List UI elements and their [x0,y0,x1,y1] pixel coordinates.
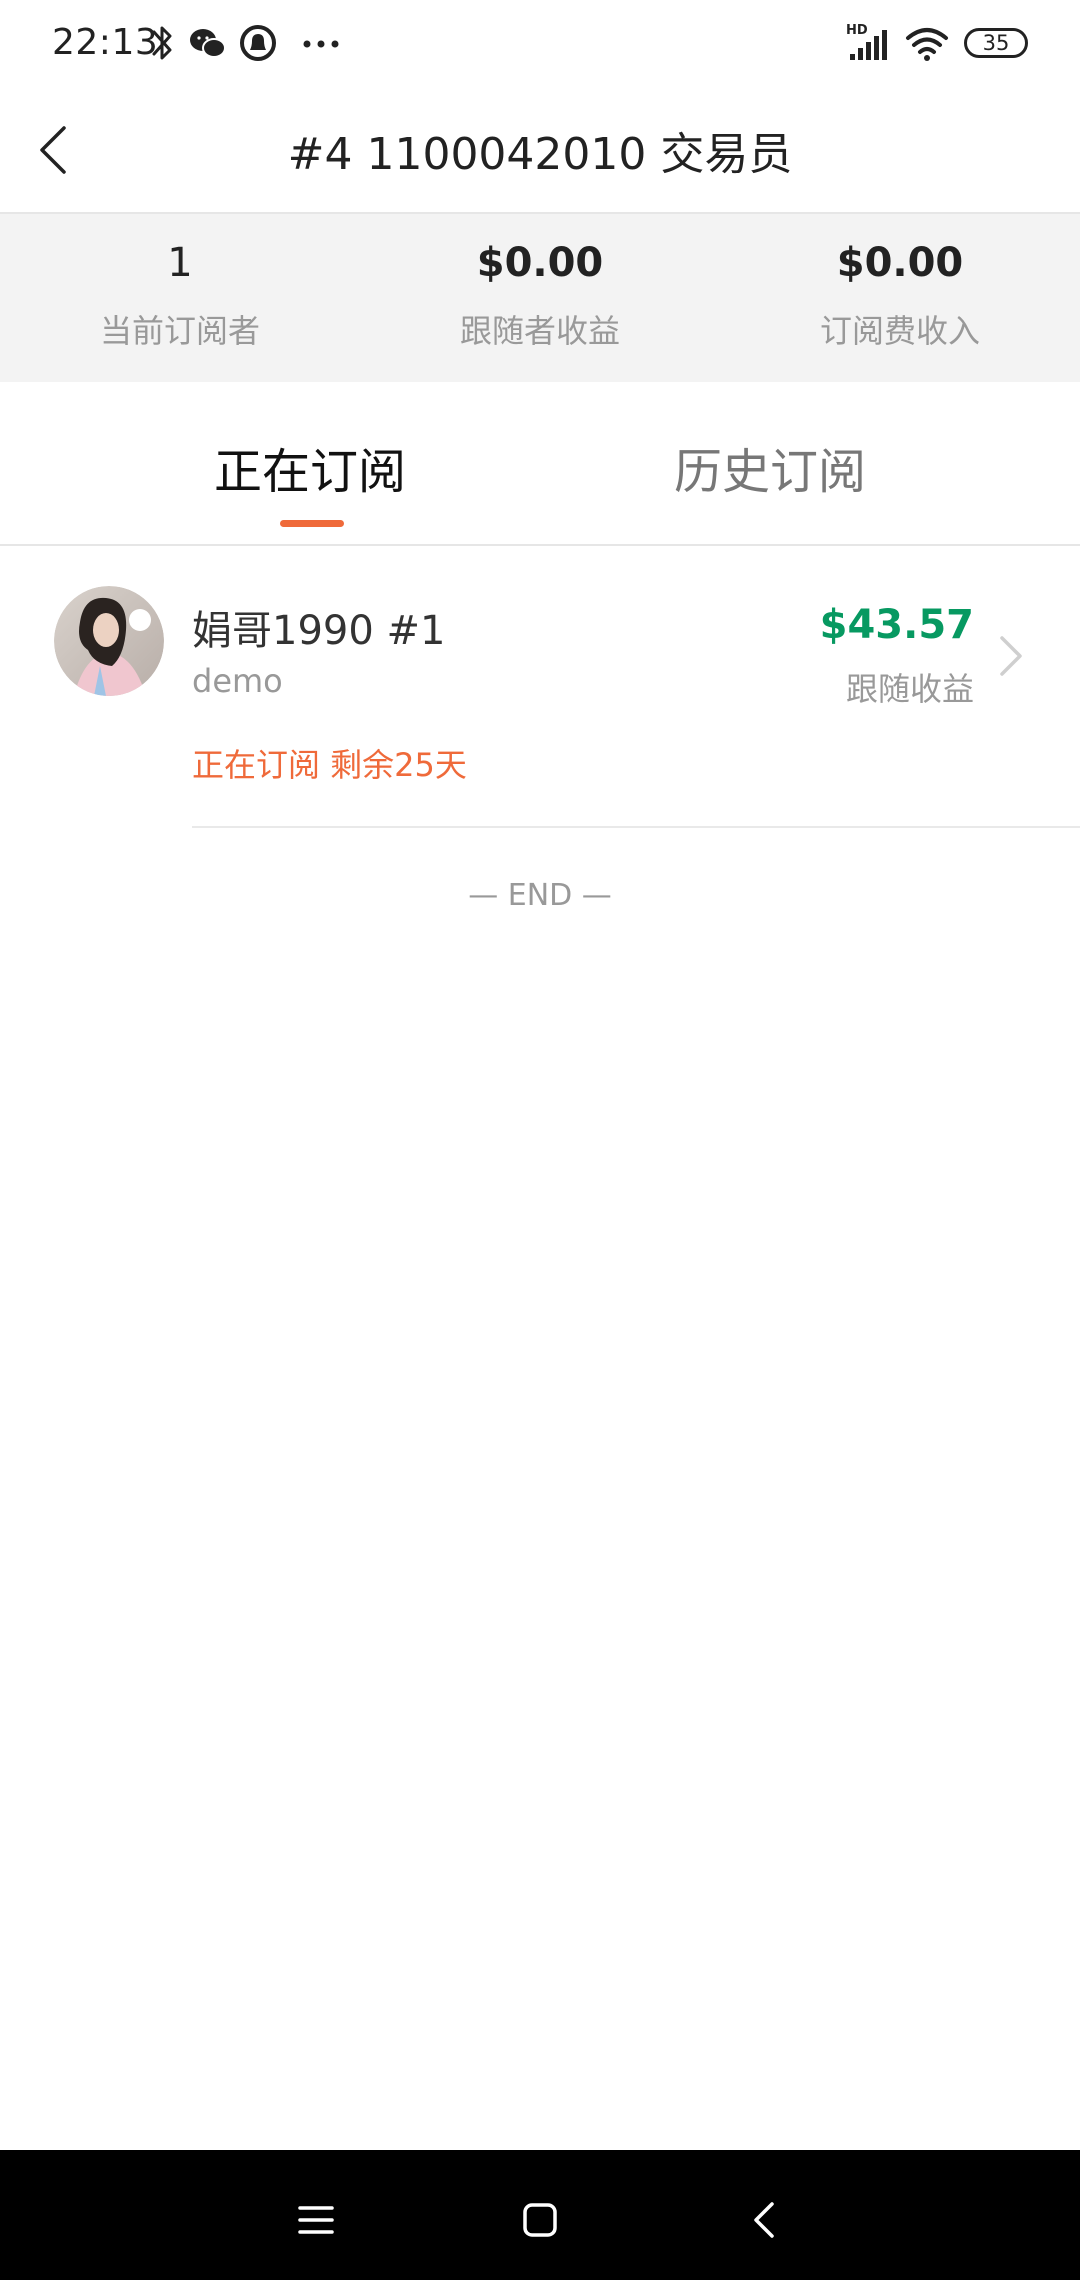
chevron-right-icon [1000,636,1022,676]
hd-signal-icon: HD [846,23,887,60]
account-type: demo [192,662,283,700]
stat-value: $0.00 [836,240,964,286]
stat-value: $0.00 [476,240,604,286]
follow-profit-value: $43.57 [819,602,974,648]
status-bar: 22:13 HD 35 [0,0,1080,88]
nav-bar: #4 1100042010 交易员 [0,88,1080,214]
svg-text:HD: HD [846,23,868,38]
notification-icon [240,25,276,61]
system-nav-bar [0,2150,1080,2280]
stat-follower-profit: $0.00 跟随者收益 [360,214,720,382]
menu-icon[interactable] [286,2190,346,2250]
list-end-marker: — END — [468,878,612,913]
stat-label: 订阅费收入 [819,312,980,350]
list-item[interactable]: 娟哥1990 #1 demo $43.57 跟随收益 正在订阅 剩余25天 [0,546,1080,828]
stat-label: 当前订阅者 [99,312,260,350]
tab-subscribing[interactable]: 正在订阅 [40,432,580,502]
tab-bar: 正在订阅 历史订阅 [0,382,1080,546]
more-dots-icon [303,40,339,48]
follow-profit-label: 跟随收益 [845,670,974,708]
stat-label: 跟随者收益 [459,312,620,350]
active-tab-indicator [280,520,344,527]
page-title: #4 1100042010 交易员 [287,129,793,180]
home-icon[interactable] [510,2190,570,2250]
back-icon[interactable] [736,2190,796,2250]
stats-strip: 1 当前订阅者 $0.00 跟随者收益 $0.00 订阅费收入 [0,214,1080,382]
tab-history[interactable]: 历史订阅 [500,432,1040,502]
subscriber-name: 娟哥1990 #1 [192,608,446,654]
wifi-icon [906,28,948,61]
battery-icon: 35 [964,28,1028,58]
subscription-status: 正在订阅 剩余25天 [192,746,467,784]
bluetooth-icon [152,26,172,60]
battery-level: 35 [982,31,1010,55]
divider [192,826,1080,828]
stat-current-subscribers: 1 当前订阅者 [0,214,360,382]
stat-value: 1 [167,240,193,286]
stat-subscription-income: $0.00 订阅费收入 [720,214,1080,382]
avatar [54,586,164,696]
wechat-icon [190,29,226,58]
status-time: 22:13 [52,22,159,63]
